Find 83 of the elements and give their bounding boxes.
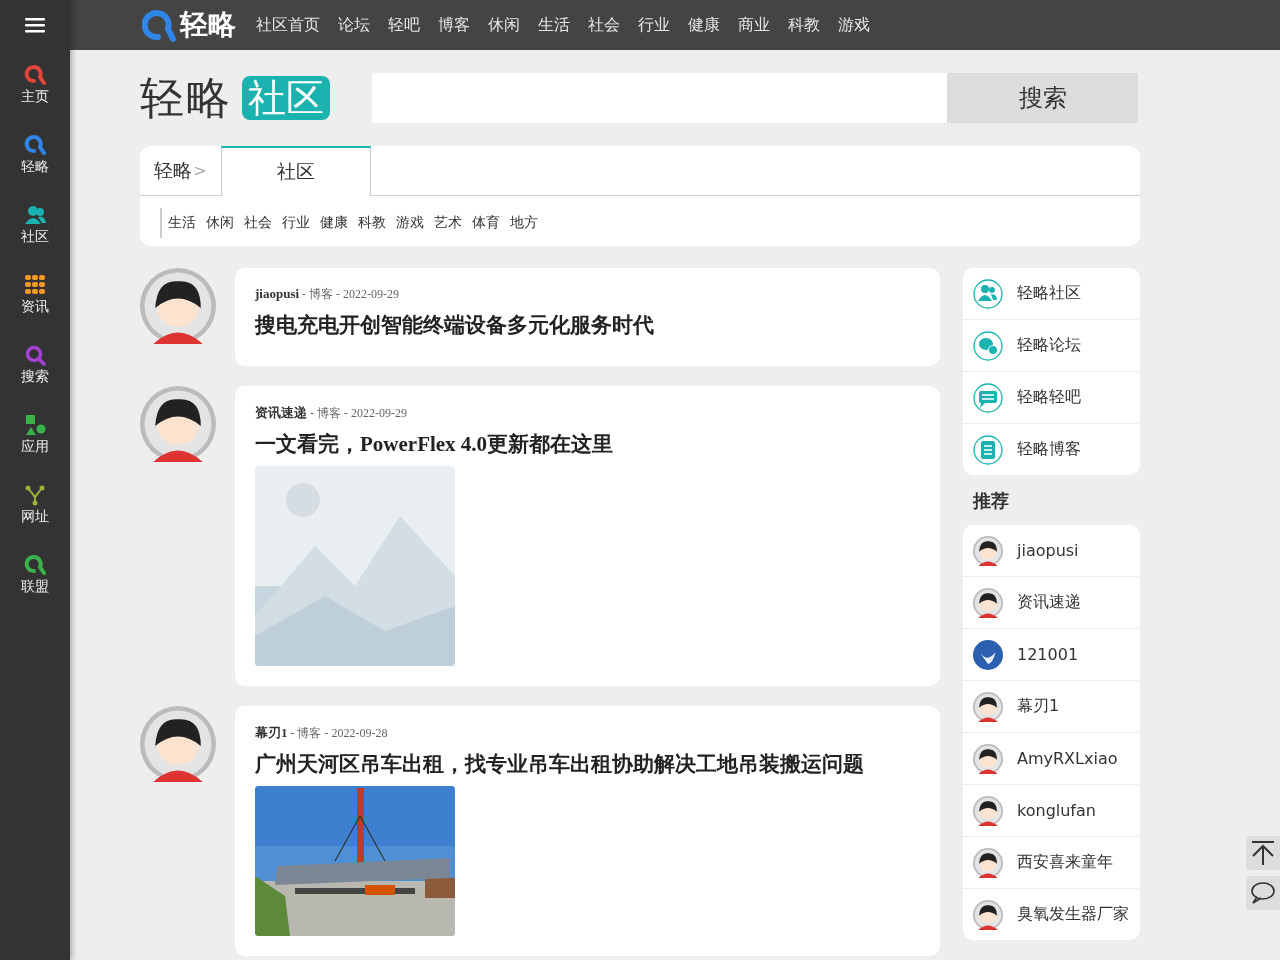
user-link[interactable]: 臭氧发生器厂家	[963, 888, 1140, 940]
nav-link[interactable]: 论坛	[338, 14, 370, 36]
post-title[interactable]: 搜电充电开创智能终端设备多元化服务时代	[255, 311, 920, 339]
sidebar-link[interactable]: 轻略博客	[963, 423, 1140, 475]
apps-icon	[24, 414, 46, 436]
back-to-top-button[interactable]	[1246, 836, 1280, 870]
category-link[interactable]: 行业	[282, 214, 310, 232]
sidebar-item[interactable]: 主页	[0, 50, 70, 120]
nav-link[interactable]: 游戏	[838, 14, 870, 36]
sidebar-item[interactable]: 应用	[0, 400, 70, 470]
user-link[interactable]: konglufan	[963, 784, 1140, 836]
sidebar-item[interactable]: 资讯	[0, 260, 70, 330]
category-link[interactable]: 体育	[472, 214, 500, 232]
document-icon	[973, 434, 1003, 465]
avatar	[973, 535, 1003, 566]
people-icon	[973, 278, 1003, 309]
user-link[interactable]: jiaopusi	[963, 525, 1140, 576]
brand-logo-icon	[24, 134, 46, 156]
grid-icon	[24, 274, 46, 296]
search-button[interactable]: 搜索	[947, 73, 1138, 123]
network-icon	[24, 484, 46, 506]
breadcrumb-link[interactable]: 轻略	[154, 157, 193, 184]
nav-link[interactable]: 商业	[738, 14, 770, 36]
user-link[interactable]: 西安喜来童年	[963, 836, 1140, 888]
tab[interactable]: 社区	[221, 146, 371, 196]
sidebar-link[interactable]: 轻略轻吧	[963, 371, 1140, 423]
search-icon	[24, 344, 46, 366]
sidebar-item[interactable]: 联盟	[0, 540, 70, 610]
sidebar-link[interactable]: 轻略论坛	[963, 319, 1140, 371]
nav-link[interactable]: 社区首页	[256, 14, 320, 36]
brand-logo-icon	[24, 64, 46, 86]
breadcrumb-separator: >	[193, 161, 207, 180]
category-link[interactable]: 休闲	[206, 214, 234, 232]
chat-icon	[973, 330, 1003, 361]
brand-logo-icon	[142, 7, 178, 43]
avatar	[973, 795, 1003, 826]
category-link[interactable]: 科教	[358, 214, 386, 232]
nav-link[interactable]: 博客	[438, 14, 470, 36]
avatar	[973, 899, 1003, 930]
avatar	[973, 587, 1003, 618]
avatar	[973, 847, 1003, 878]
category-link[interactable]: 健康	[320, 214, 348, 232]
nav-link[interactable]: 社会	[588, 14, 620, 36]
brand-badge: 社区	[242, 76, 330, 120]
section-heading: 推荐	[972, 489, 1010, 513]
arrow-up-icon	[1250, 840, 1276, 866]
post-meta: 资讯速递 - 博客 - 2022-09-29	[255, 404, 408, 422]
site-logo[interactable]: 轻略	[142, 6, 236, 44]
user-link[interactable]: AmyRXLxiao	[963, 732, 1140, 784]
category-link[interactable]: 游戏	[396, 214, 424, 232]
user-link[interactable]: 121001	[963, 628, 1140, 680]
nav-link[interactable]: 生活	[538, 14, 570, 36]
avatar	[973, 639, 1003, 670]
sidebar-link[interactable]: 轻略社区	[963, 268, 1140, 319]
category-link[interactable]: 社会	[244, 214, 272, 232]
post-meta: 幕刃1 - 博客 - 2022-09-28	[255, 724, 389, 742]
user-link[interactable]: 幕刃1	[963, 680, 1140, 732]
avatar	[973, 691, 1003, 722]
search-field[interactable]	[372, 73, 947, 123]
post-meta: jiaopusi - 博客 - 2022-09-29	[255, 286, 401, 303]
nav-link[interactable]: 行业	[638, 14, 670, 36]
comment-button[interactable]	[1246, 876, 1280, 910]
category-link[interactable]: 生活	[168, 214, 196, 232]
sidebar-item[interactable]: 社区	[0, 190, 70, 260]
user-link[interactable]: 资讯速递	[963, 576, 1140, 628]
nav-link[interactable]: 健康	[688, 14, 720, 36]
category-link[interactable]: 地方	[510, 214, 538, 232]
category-link[interactable]: 艺术	[434, 214, 462, 232]
brand-logo-icon	[24, 554, 46, 576]
message-icon	[973, 382, 1003, 413]
sidebar-item[interactable]: 搜索	[0, 330, 70, 400]
menu-icon	[25, 17, 45, 33]
nav-link[interactable]: 科教	[788, 14, 820, 36]
speech-bubble-icon	[1250, 881, 1276, 905]
sidebar-item[interactable]: 轻略	[0, 120, 70, 190]
people-icon	[24, 204, 46, 226]
post-title[interactable]: 一文看完，PowerFlex 4.0更新都在这里	[255, 430, 920, 458]
brand-title: 轻略	[140, 76, 232, 120]
nav-link[interactable]: 休闲	[488, 14, 520, 36]
post-title[interactable]: 广州天河区吊车出租，找专业吊车出租协助解决工地吊装搬运问题	[255, 750, 920, 778]
sidebar-item[interactable]: 网址	[0, 470, 70, 540]
avatar	[973, 743, 1003, 774]
nav-link[interactable]: 轻吧	[388, 14, 420, 36]
